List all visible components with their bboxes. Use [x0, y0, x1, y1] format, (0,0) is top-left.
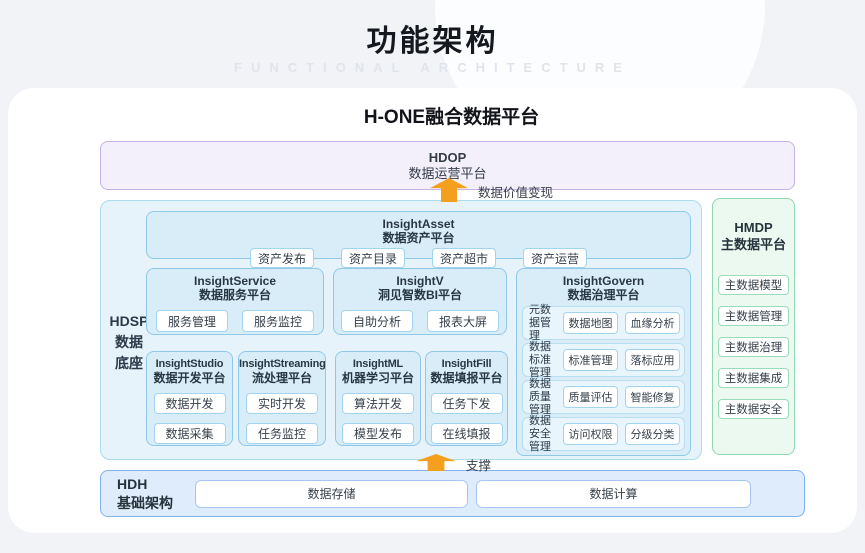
- streaming-item-chip: 实时开发: [246, 393, 318, 414]
- govern-row-items: 标准管理 落标应用: [563, 349, 680, 371]
- insight-govern-name: 数据治理平台: [567, 288, 640, 302]
- service-item-chip: 服务管理: [156, 310, 228, 332]
- insight-service-name: 数据服务平台: [198, 288, 271, 302]
- govern-row-items: 访问权限 分级分类: [563, 423, 680, 445]
- govern-row-items: 质量评估 智能修复: [563, 386, 680, 408]
- hmdp-items: 主数据模型 主数据管理 主数据治理 主数据集成 主数据安全: [713, 275, 794, 419]
- hmdp-code: HMDP: [734, 220, 773, 235]
- asset-item-chip: 资产目录: [341, 248, 405, 268]
- hdh-item-chip: 数据存储: [195, 479, 468, 508]
- govern-row-label: 数据安全管理: [529, 414, 551, 453]
- page-background: 功能架构 FUNCTIONAL ARCHITECTURE H-ONE融合数据平台…: [0, 0, 865, 553]
- page-title: 功能架构: [366, 25, 499, 58]
- hmdp-item-chip: 主数据治理: [718, 337, 789, 357]
- insight-studio-box: InsightStudio 数据开发平台 数据开发 数据采集: [146, 351, 233, 446]
- insight-ml-name: 机器学习平台: [341, 371, 414, 385]
- govern-row-security: 数据安全管理 访问权限 分级分类: [522, 414, 685, 453]
- insight-asset-code: InsightAsset: [382, 217, 455, 231]
- hmdp-title: HMDP 主数据平台: [713, 219, 794, 253]
- hmdp-item-chip: 主数据管理: [718, 306, 789, 326]
- fill-item-chip: 在线填报: [430, 423, 503, 444]
- insight-service-code: InsightService: [193, 274, 277, 288]
- insight-studio-name: 数据开发平台: [153, 371, 226, 385]
- streaming-item-chip: 任务监控: [246, 423, 318, 444]
- insight-fill-name: 数据填报平台: [430, 371, 503, 385]
- asset-item-chip: 资产运营: [523, 248, 587, 268]
- hdsp-container: HDSP 数据 底座 InsightAsset 数据资产平台 资产发布 资产目录…: [100, 200, 702, 460]
- studio-item-chip: 数据采集: [153, 423, 226, 444]
- insight-asset-items: 资产发布 资产目录 资产超市 资产运营: [147, 248, 690, 268]
- insight-streaming-name: 流处理平台: [251, 371, 312, 385]
- govern-item-chip: 访问权限: [563, 423, 618, 445]
- govern-item-chip: 智能修复: [625, 386, 680, 408]
- ml-item-chip: 模型发布: [342, 423, 414, 444]
- asset-item-chip: 资产超市: [432, 248, 496, 268]
- insight-asset-name: 数据资产平台: [382, 231, 455, 245]
- bi-item-chip: 自助分析: [341, 310, 413, 332]
- insight-service-box: InsightService 数据服务平台 服务管理 服务监控: [146, 268, 324, 335]
- studio-item-chip: 数据开发: [153, 393, 226, 414]
- hmdp-name: 主数据平台: [720, 237, 786, 252]
- insight-fill-items: 任务下发 在线填报: [426, 393, 507, 444]
- asset-item-chip: 资产发布: [250, 248, 314, 268]
- hmdp-platform-box: HMDP 主数据平台 主数据模型 主数据管理 主数据治理 主数据集成 主数据安全: [712, 198, 795, 455]
- insight-fill-box: InsightFill 数据填报平台 任务下发 在线填报: [425, 351, 508, 446]
- govern-row-standard: 数据标准管理 标准管理 落标应用: [522, 340, 685, 379]
- hdh-item-chip: 数据计算: [476, 479, 751, 508]
- govern-item-chip: 质量评估: [563, 386, 618, 408]
- insight-service-items: 服务管理 服务监控: [147, 310, 323, 332]
- hmdp-item-chip: 主数据模型: [718, 275, 789, 295]
- service-item-chip: 服务监控: [242, 310, 314, 332]
- bi-item-chip: 报表大屏: [427, 310, 499, 332]
- insight-studio-code: InsightStudio: [155, 358, 224, 370]
- insight-v-box: InsightV 洞见智数BI平台 自助分析 报表大屏: [333, 268, 507, 335]
- fill-item-chip: 任务下发: [430, 393, 503, 414]
- govern-row-quality: 数据质量管理 质量评估 智能修复: [522, 377, 685, 416]
- ml-item-chip: 算法开发: [342, 393, 414, 414]
- insight-streaming-code: InsightStreaming: [239, 358, 326, 370]
- govern-row-label: 元数据管理: [529, 303, 551, 342]
- hdh-name: 基础架构: [117, 494, 173, 511]
- insight-streaming-box: InsightStreaming 流处理平台 实时开发 任务监控: [238, 351, 326, 446]
- govern-item-chip: 落标应用: [625, 349, 680, 371]
- diagram-card: H-ONE融合数据平台 HDOP 数据运营平台 数据价值变现 HDSP 数据 底…: [8, 88, 857, 533]
- insight-v-name: 洞见智数BI平台: [377, 288, 462, 302]
- insight-govern-rows: 元数据管理 数据地图 血缘分析 数据标准管理 标准管理 落标应用 数据质量管理 …: [522, 303, 685, 454]
- insight-streaming-items: 实时开发 任务监控: [239, 393, 325, 444]
- hdop-code: HDOP: [428, 149, 467, 165]
- insight-ml-box: InsightML 机器学习平台 算法开发 模型发布: [335, 351, 421, 446]
- govern-item-chip: 标准管理: [563, 349, 618, 371]
- support-arrow-label: 支撑: [466, 459, 492, 473]
- insight-asset-box: InsightAsset 数据资产平台 资产发布 资产目录 资产超市 资产运营: [146, 211, 691, 268]
- govern-item-chip: 分级分类: [625, 423, 680, 445]
- hmdp-item-chip: 主数据集成: [718, 368, 789, 388]
- insight-v-items: 自助分析 报表大屏: [334, 310, 506, 332]
- hdsp-name-line1: 数据: [115, 334, 143, 350]
- insight-v-code: InsightV: [396, 274, 444, 288]
- govern-row-label: 数据质量管理: [529, 377, 551, 416]
- hdh-code: HDH: [117, 475, 148, 492]
- hdh-base-box: HDH 基础架构 数据存储 数据计算: [100, 470, 805, 517]
- value-arrow-label: 数据价值变现: [478, 186, 554, 200]
- insight-ml-items: 算法开发 模型发布: [336, 393, 420, 444]
- insight-govern-code: InsightGovern: [562, 274, 645, 288]
- hmdp-item-chip: 主数据安全: [718, 399, 789, 419]
- hdh-label: HDH 基础架构: [117, 475, 195, 513]
- page-subtitle: FUNCTIONAL ARCHITECTURE: [234, 60, 631, 75]
- insight-govern-box: InsightGovern 数据治理平台 元数据管理 数据地图 血缘分析 数据标…: [516, 268, 691, 456]
- diagram-title: H-ONE融合数据平台: [363, 107, 540, 128]
- govern-item-chip: 血缘分析: [625, 312, 680, 334]
- govern-row-items: 数据地图 血缘分析: [563, 312, 680, 334]
- govern-row-label: 数据标准管理: [529, 340, 551, 379]
- insight-fill-code: InsightFill: [441, 358, 492, 370]
- govern-item-chip: 数据地图: [563, 312, 618, 334]
- insight-ml-code: InsightML: [352, 358, 404, 370]
- insight-studio-items: 数据开发 数据采集: [147, 393, 232, 444]
- govern-row-metadata: 元数据管理 数据地图 血缘分析: [522, 303, 685, 342]
